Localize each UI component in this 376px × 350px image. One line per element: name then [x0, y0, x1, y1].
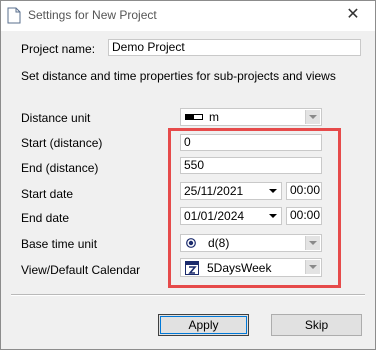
description-text: Set distance and time properties for sub… — [21, 69, 336, 83]
base-time-unit-select[interactable]: d(8) — [180, 234, 322, 252]
close-button[interactable]: ✕ — [333, 1, 373, 31]
end-date-picker[interactable]: 01/01/2024 — [180, 207, 282, 225]
calendar-icon — [185, 261, 199, 275]
chevron-down-icon[interactable] — [305, 110, 320, 124]
project-name-input[interactable]: Demo Project — [108, 39, 361, 56]
button-divider — [11, 294, 365, 296]
skip-button[interactable]: Skip — [271, 314, 362, 336]
project-name-label: Project name: — [21, 42, 96, 56]
settings-dialog: Settings for New Project ✕ Project name:… — [0, 0, 376, 350]
distance-unit-label: Distance unit — [21, 111, 91, 125]
start-date-picker[interactable]: 25/11/2021 — [180, 182, 282, 200]
document-icon — [7, 7, 21, 24]
end-time-input[interactable]: 00:00 — [286, 207, 322, 225]
ruler-icon — [185, 114, 203, 120]
start-time-input[interactable]: 00:00 — [286, 182, 322, 200]
calendar-value: 5DaysWeek — [207, 261, 272, 275]
close-icon: ✕ — [346, 6, 360, 23]
start-distance-label: Start (distance) — [21, 136, 103, 150]
calendar-label: View/Default Calendar — [21, 263, 141, 277]
chevron-down-icon[interactable] — [305, 236, 320, 250]
end-date-label: End date — [21, 211, 70, 225]
chevron-down-icon[interactable] — [305, 260, 320, 274]
apply-button[interactable]: Apply — [158, 314, 249, 336]
end-distance-input[interactable]: 550 — [180, 157, 322, 174]
window-title: Settings for New Project — [28, 8, 157, 22]
base-time-unit-value: d(8) — [208, 236, 230, 250]
chevron-down-icon[interactable] — [266, 209, 280, 223]
start-date-value: 25/11/2021 — [184, 184, 244, 198]
end-distance-label: End (distance) — [21, 161, 99, 175]
end-date-value: 01/01/2024 — [184, 209, 245, 223]
base-time-unit-label: Base time unit — [21, 237, 98, 251]
calendar-select[interactable]: 5DaysWeek — [180, 258, 322, 277]
chevron-down-icon[interactable] — [266, 184, 280, 198]
start-distance-input[interactable]: 0 — [180, 134, 322, 151]
distance-unit-select[interactable]: m — [180, 108, 322, 126]
distance-unit-value: m — [209, 110, 219, 124]
title-bar: Settings for New Project ✕ — [1, 1, 375, 31]
start-date-label: Start date — [21, 187, 74, 201]
clock-icon — [186, 238, 196, 248]
